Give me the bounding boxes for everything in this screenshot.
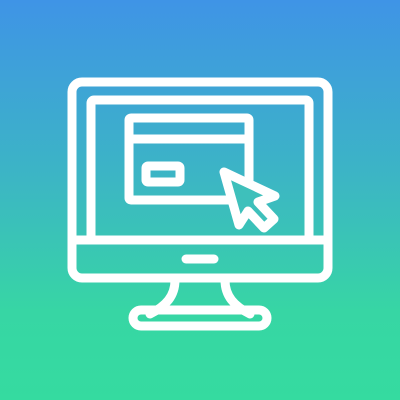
icon-canvas <box>0 0 400 400</box>
mouse-cursor-icon <box>219 167 280 233</box>
online-payment-icon <box>67 77 333 331</box>
monitor-stand-base <box>128 305 272 331</box>
monitor-frame <box>67 77 333 283</box>
credit-card-field-icon <box>141 161 185 187</box>
